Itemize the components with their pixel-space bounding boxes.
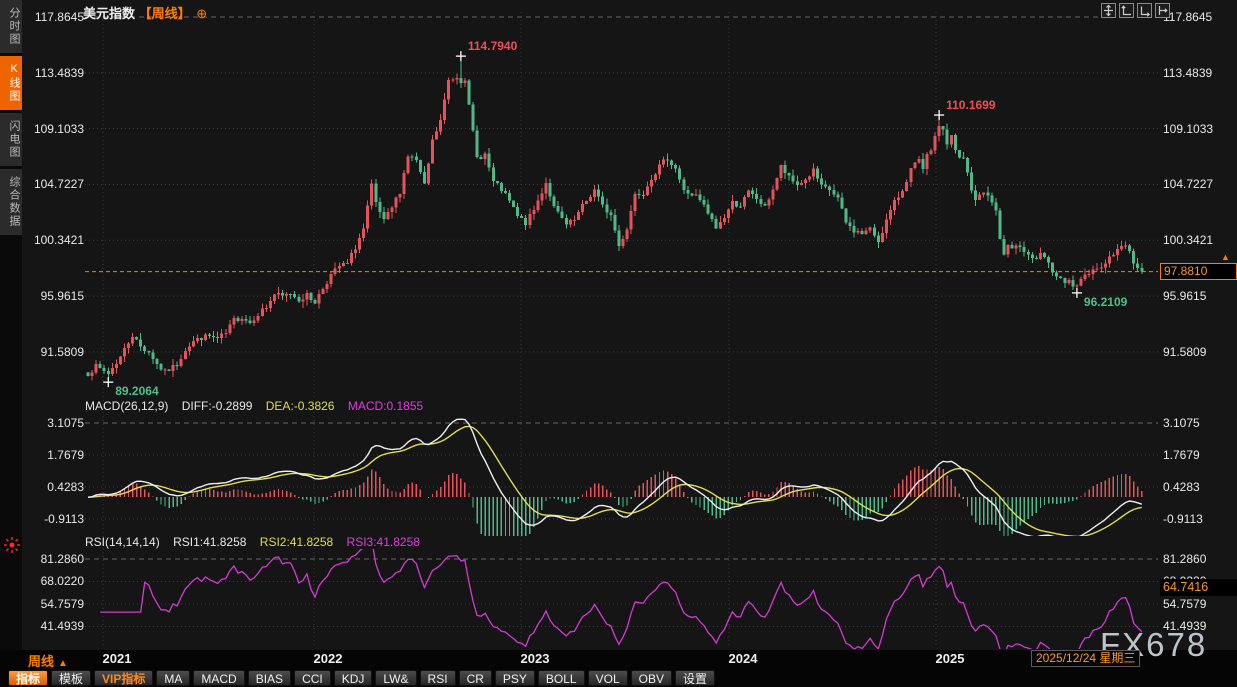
axis-label: 3.1075: [1163, 415, 1200, 431]
chart-canvas[interactable]: [0, 0, 1237, 687]
axis-label: 81.2860: [20, 551, 84, 567]
rsi1-value: RSI1:41.8258: [173, 535, 246, 549]
axis-label: 100.3421: [1163, 232, 1213, 248]
move-crosshair-icon[interactable]: [1101, 3, 1116, 18]
axis-label: 95.9615: [20, 288, 84, 304]
xaxis-year-2024: 2024: [729, 651, 758, 666]
macd-params: MACD(26,12,9): [85, 399, 168, 413]
toolbar-button-9[interactable]: LW&: [375, 670, 416, 686]
timeframe-tag[interactable]: 【周线】: [139, 6, 191, 21]
axis-label: 54.7579: [20, 596, 84, 612]
rsi-panel-header: RSI(14,14,14) RSI1:41.8258 RSI2:41.8258 …: [85, 535, 430, 549]
instrument-name: 美元指数: [83, 6, 135, 21]
cursor-date-badge: 2025/12/24 星期三: [1031, 650, 1140, 667]
xaxis-year-2025: 2025: [936, 651, 965, 666]
axis-label: 0.4283: [20, 479, 84, 495]
sidebar-tab-2[interactable]: K线图: [0, 56, 22, 110]
rsi-params: RSI(14,14,14): [85, 535, 160, 549]
toolbar-button-15[interactable]: OBV: [631, 670, 672, 686]
axis-label: 91.5809: [1163, 344, 1206, 360]
axis-label: -0.9113: [20, 511, 84, 527]
macd-panel-header: MACD(26,12,9) DIFF:-0.2899 DEA:-0.3826 M…: [85, 399, 433, 413]
xaxis-year-2021: 2021: [103, 651, 132, 666]
toolbar-button-2[interactable]: 模板: [51, 670, 91, 686]
sidebar: 分时图 K线图闪电图综合数据: [0, 0, 22, 238]
axis-label: 81.2860: [1163, 551, 1206, 567]
dropdown-arrow-icon: ▲: [58, 658, 68, 669]
xaxis-year-2022: 2022: [314, 651, 343, 666]
extreme-annotation: 110.1699: [946, 98, 995, 112]
rsi2-value: RSI2:41.8258: [260, 535, 333, 549]
toolbar-button-3[interactable]: VIP指标: [94, 670, 153, 686]
axis-label: 113.4839: [20, 65, 84, 81]
axis-label: 109.1033: [1163, 121, 1213, 137]
toolbar-button-10[interactable]: RSI: [420, 670, 456, 686]
macd-diff-value: DIFF:-0.2899: [182, 399, 253, 413]
axis-label: 113.4839: [1163, 65, 1212, 81]
axis-label: -0.9113: [1163, 511, 1203, 527]
extreme-annotation: 96.2109: [1084, 295, 1127, 309]
sidebar-tab-1[interactable]: 分时图: [0, 0, 22, 53]
rsi-current-badge: 64.7416: [1160, 579, 1237, 596]
toolbar-button-14[interactable]: VOL: [588, 670, 628, 686]
axis-label: 68.0220: [20, 573, 84, 589]
chart-title: 美元指数 【周线】 ⊕: [83, 3, 207, 22]
axis-label: 100.3421: [20, 232, 84, 248]
axis-label: 1.7679: [20, 447, 84, 463]
axis-label: 41.4939: [20, 618, 84, 634]
sidebar-tab-3[interactable]: 闪电图: [0, 113, 22, 166]
app-window: 分时图 K线图闪电图综合数据 美元指数 【周线】 ⊕ MACD(26,12,9): [0, 0, 1237, 687]
period-selector[interactable]: 周线 ▲: [28, 651, 68, 670]
live-indicator-icon: [3, 536, 21, 554]
toolbar-button-11[interactable]: CR: [459, 670, 492, 686]
axis-label: 3.1075: [20, 415, 84, 431]
extreme-annotation: 89.2064: [115, 384, 158, 398]
axis-label: 104.7227: [1163, 176, 1213, 192]
axis-label: 0.4283: [1163, 479, 1200, 495]
axis-label: 117.8645: [20, 9, 84, 25]
price-marker-icon[interactable]: ▲: [1221, 252, 1230, 262]
extreme-annotation: 114.7940: [468, 39, 517, 53]
toolbar-button-4[interactable]: MA: [156, 670, 190, 686]
axis-label: 117.8645: [1163, 9, 1212, 25]
pan-right-icon[interactable]: [1155, 3, 1170, 18]
toolbar-button-6[interactable]: BIAS: [248, 670, 291, 686]
toolbar-button-7[interactable]: CCI: [294, 670, 331, 686]
toolbar-button-12[interactable]: PSY: [495, 670, 535, 686]
period-selector-label: 周线: [28, 654, 54, 669]
indicator-toolbar: 指标模板VIP指标MAMACDBIASCCIKDJLW&RSICRPSYBOLL…: [0, 669, 1237, 687]
toolbar-button-5[interactable]: MACD: [193, 670, 244, 686]
toolbar-button-16[interactable]: 设置: [675, 670, 715, 686]
axis-label: 91.5809: [20, 344, 84, 360]
axis-label: 104.7227: [20, 176, 84, 192]
toolbar-button-1[interactable]: 指标: [8, 670, 48, 686]
axis-label: 109.1033: [20, 121, 84, 137]
axis-label: 1.7679: [1163, 447, 1200, 463]
current-price-badge: 97.8810: [1160, 263, 1237, 280]
target-icon[interactable]: ⊕: [196, 6, 207, 21]
sidebar-tab-4[interactable]: 综合数据: [0, 169, 22, 235]
axis-label: 54.7579: [1163, 596, 1206, 612]
macd-hist-value: MACD:0.1855: [348, 399, 423, 413]
toolbar-button-13[interactable]: BOLL: [538, 670, 585, 686]
y-axis-scale-icon[interactable]: [1119, 3, 1134, 18]
x-axis-scale-icon[interactable]: [1137, 3, 1152, 18]
chart-tool-buttons: [1101, 3, 1170, 18]
rsi3-value: RSI3:41.8258: [347, 535, 420, 549]
xaxis-year-2023: 2023: [521, 651, 550, 666]
axis-label: 95.9615: [1163, 288, 1206, 304]
toolbar-button-8[interactable]: KDJ: [334, 670, 373, 686]
macd-dea-value: DEA:-0.3826: [266, 399, 335, 413]
